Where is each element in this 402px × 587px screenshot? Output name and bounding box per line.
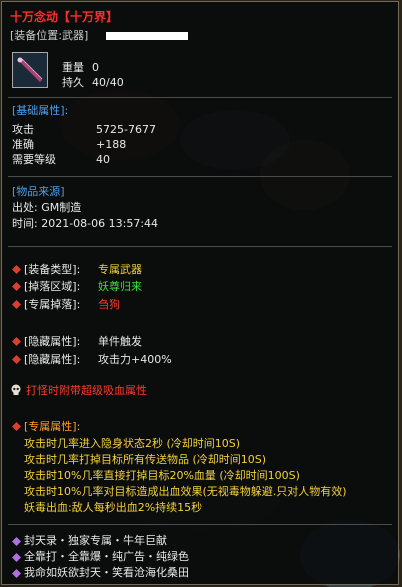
hidden-attr-value: 攻击力+400% — [98, 353, 172, 366]
diamond-bullet-icon — [12, 355, 21, 364]
exclusive-attr-line: 攻击时几率进入隐身状态2秒 (冷却时间10S) — [24, 437, 241, 450]
special-vampire-line: 打怪时附带超级吸血属性 — [26, 384, 147, 397]
hidden-attr-value: 单件触发 — [98, 335, 142, 348]
redaction-bar — [106, 32, 188, 40]
divider — [8, 176, 392, 177]
exclusive-drop-value: 刍狗 — [98, 298, 120, 311]
footer-line: 封天录・独家专属・牛年巨献 — [24, 534, 167, 547]
footer-line: 全靠打・全靠爆・纯广告・纯绿色 — [24, 550, 189, 563]
purple-diamond-icon — [12, 569, 21, 578]
footer-line: 我命如妖欲封天・笑看沧海化桑田 — [24, 566, 189, 579]
diamond-bullet-icon — [12, 282, 21, 291]
durability-value: 40/40 — [92, 76, 124, 89]
divider — [8, 97, 392, 98]
weight-value: 0 — [92, 61, 99, 74]
purple-diamond-icon — [12, 537, 21, 546]
item-title: 十万念动【十万界】 — [10, 10, 119, 24]
required-level-label: 需要等级 — [12, 153, 56, 166]
skull-icon — [11, 384, 21, 395]
hidden-attr-label: [隐藏属性]: — [24, 335, 81, 348]
purple-diamond-icon — [12, 553, 21, 562]
base-attr-header: [基础属性]: — [12, 104, 69, 117]
durability-label: 持久 — [62, 76, 84, 89]
weight-label: 重量 — [62, 61, 84, 74]
exclusive-attr-line: 攻击时10%几率直接打掉目标20%血量 (冷却时间100S) — [24, 469, 300, 482]
exclusive-attr-line: 攻击时10%几率对目标造成出血效果(无视毒物躲避.只对人物有效) — [24, 485, 347, 498]
attack-label: 攻击 — [12, 123, 34, 136]
source-from: 出处: GM制造 — [12, 201, 82, 214]
exclusive-attr-header: [专属属性]: — [24, 420, 81, 433]
drop-area-label: [掉落区域]: — [24, 280, 81, 293]
diamond-bullet-icon — [12, 300, 21, 309]
exclusive-attr-line: 妖毒出血:敌人每秒出血2%持续15秒 — [24, 501, 203, 514]
attack-value: 5725-7677 — [96, 123, 156, 136]
slot-label: [装备位置:武器] — [10, 29, 89, 42]
source-time: 时间: 2021-08-06 13:57:44 — [12, 217, 159, 230]
divider — [8, 246, 392, 247]
drop-area-value: 妖尊归来 — [98, 280, 142, 293]
diamond-bullet-icon — [12, 337, 21, 346]
item-tooltip: 十万念动【十万界】 [装备位置:武器] 重量 0 持久 40/40 [基础属性]… — [1, 1, 399, 585]
equip-type-label: [装备类型]: — [24, 263, 81, 276]
exclusive-drop-label: [专属掉落]: — [24, 298, 81, 311]
diamond-bullet-icon — [12, 265, 21, 274]
diamond-bullet-icon — [12, 422, 21, 431]
weapon-icon — [12, 52, 48, 88]
required-level-value: 40 — [96, 153, 110, 166]
hidden-attr-label: [隐藏属性]: — [24, 353, 81, 366]
source-header: [物品来源] — [12, 185, 65, 198]
exclusive-attr-line: 攻击时几率打掉目标所有传送物品 (冷却时间10S) — [24, 453, 267, 466]
divider — [8, 524, 392, 525]
accuracy-value: +188 — [96, 138, 127, 151]
equip-type-value: 专属武器 — [98, 263, 142, 276]
accuracy-label: 准确 — [12, 138, 34, 151]
